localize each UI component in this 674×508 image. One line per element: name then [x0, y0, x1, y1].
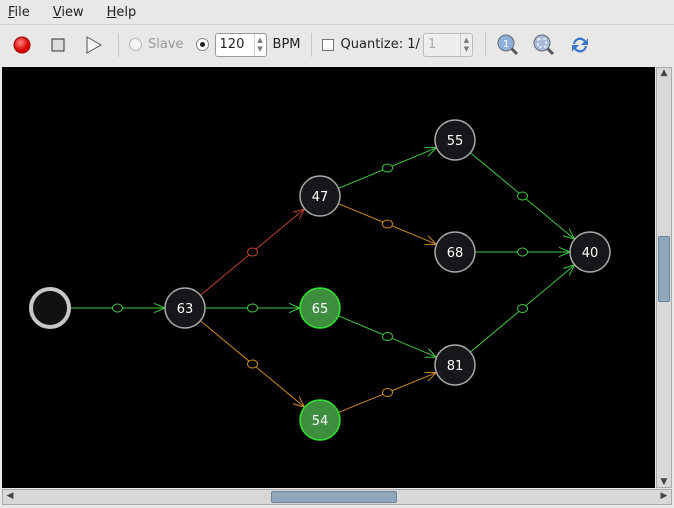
quantize-label: Quantize: 1/	[340, 37, 420, 52]
scroll-up-arrow[interactable]: ▲	[657, 68, 671, 78]
zoom-fit-icon	[533, 34, 554, 55]
graph-svg: 63 47 65 54 55 68 81 40	[29, 119, 611, 441]
edge-handle[interactable]	[112, 303, 123, 313]
quantize-value[interactable]: 1	[424, 34, 460, 56]
slave-radio[interactable]	[129, 38, 142, 51]
edge-handle[interactable]	[247, 359, 258, 369]
stop-button[interactable]	[46, 33, 70, 57]
record-button[interactable]	[10, 33, 34, 57]
edge-handle[interactable]	[517, 191, 528, 201]
node-label: 63	[177, 302, 194, 317]
start-node[interactable]	[29, 287, 71, 329]
svg-text:1: 1	[503, 39, 509, 50]
edge-handle[interactable]	[382, 388, 393, 397]
scroll-right-arrow[interactable]: ▶	[657, 491, 671, 501]
node-label: 81	[447, 359, 464, 374]
edge-handle[interactable]	[247, 303, 258, 313]
edge-handle[interactable]	[382, 163, 393, 173]
node-label: 68	[447, 246, 464, 261]
menu-file[interactable]: File	[4, 5, 34, 20]
horizontal-scroll-thumb[interactable]	[271, 491, 397, 503]
node-label: 55	[447, 134, 464, 149]
edge-handle[interactable]	[247, 247, 258, 257]
separator	[310, 32, 312, 57]
bpm-label: BPM	[272, 37, 301, 52]
quantize-spinbox[interactable]: 1 ▲ ▼	[422, 32, 473, 57]
separator	[484, 32, 486, 57]
zoom-reset-button[interactable]: 1	[496, 33, 520, 57]
toolbar: Slave 120 ▲ ▼ BPM Quantize: 1/ 1 ▲ ▼ 1	[0, 24, 674, 64]
refresh-button[interactable]	[568, 33, 592, 57]
bpm-radio[interactable]	[195, 38, 209, 51]
play-button[interactable]	[82, 33, 106, 57]
edge-handle[interactable]	[382, 219, 393, 229]
zoom-1-icon: 1	[497, 34, 518, 55]
graph-canvas[interactable]: 63 47 65 54 55 68 81 40	[2, 67, 655, 488]
bpm-value[interactable]: 120	[216, 34, 254, 56]
node-label: 40	[582, 246, 599, 261]
horizontal-scrollbar[interactable]: ◀ ▶	[2, 489, 672, 505]
node-label: 65	[312, 302, 329, 317]
edge-handle[interactable]	[517, 247, 528, 257]
slave-label: Slave	[148, 37, 184, 52]
play-icon	[86, 35, 103, 54]
bpm-spin-arrows[interactable]: ▲ ▼	[253, 33, 266, 56]
scroll-down-arrow[interactable]: ▼	[657, 477, 671, 487]
record-icon	[13, 36, 31, 53]
quantize-spin-arrows[interactable]: ▲ ▼	[459, 33, 472, 56]
stop-icon	[51, 38, 65, 51]
node-label: 54	[312, 414, 329, 429]
scroll-left-arrow[interactable]: ◀	[3, 491, 17, 501]
menubar: File View Help	[0, 0, 674, 24]
edge-handle[interactable]	[517, 304, 528, 313]
vertical-scroll-thumb[interactable]	[658, 236, 670, 302]
bpm-spinbox[interactable]: 120 ▲ ▼	[214, 32, 267, 57]
edge-handle[interactable]	[382, 332, 393, 341]
quantize-checkbox[interactable]	[321, 38, 334, 51]
vertical-scrollbar[interactable]: ▲ ▼	[656, 67, 672, 488]
menu-help[interactable]: Help	[103, 5, 141, 20]
refresh-icon	[571, 37, 588, 52]
zoom-fit-button[interactable]	[532, 33, 556, 57]
menu-view[interactable]: View	[49, 5, 88, 20]
node-label: 47	[312, 190, 329, 205]
separator	[118, 32, 119, 57]
